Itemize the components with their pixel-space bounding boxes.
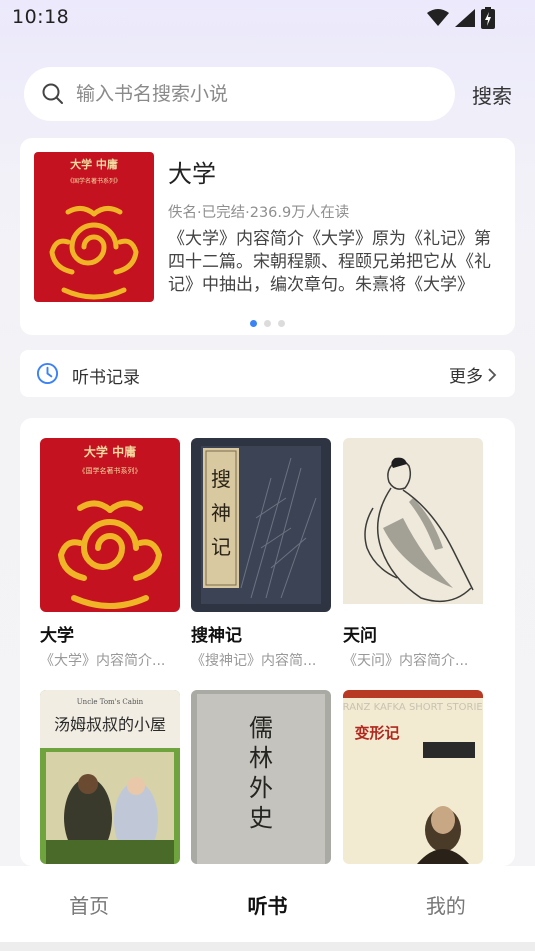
status-bar: 10:18	[0, 0, 535, 36]
featured-book-card[interactable]: 大学 中庸 《国学名著书系列》 大学 佚名·已完结·236.9万人在读 《大学》…	[20, 138, 515, 335]
clock-icon	[36, 362, 59, 385]
battery-icon	[481, 7, 495, 29]
carousel-dot[interactable]	[264, 320, 271, 327]
nav-mine[interactable]: 我的	[357, 890, 535, 919]
cover-sub-text: 《国学名著书系列》	[67, 177, 121, 185]
cover-title-text: 搜	[211, 467, 231, 491]
search-button[interactable]: 搜索	[472, 80, 512, 109]
system-nav-bar	[0, 942, 535, 951]
featured-book-meta: 佚名·已完结·236.9万人在读	[168, 205, 350, 221]
cover-top-text: 大学 中庸	[84, 444, 136, 459]
signal-icon	[455, 9, 475, 27]
book-title: 大学	[40, 626, 74, 646]
ink-painting-cover-art	[343, 438, 483, 612]
bottom-navigation: 首页 听书 我的	[0, 866, 535, 942]
book-title: 天问	[343, 626, 377, 646]
status-icons	[427, 7, 495, 29]
listening-history-row[interactable]: 听书记录 更多	[20, 350, 515, 397]
book-title: 搜神记	[191, 626, 242, 646]
svg-text:林: 林	[249, 744, 273, 772]
carousel-dot[interactable]	[250, 320, 257, 327]
calligraphy-cover-art: 儒 林 外 史	[191, 690, 331, 864]
book-item[interactable]: 搜 神 记 搜神记 《搜神记》内容简...	[191, 438, 331, 670]
book-grid: 大学 中庸 《国学名著书系列》 大学 《大学》内容简介... 搜 神 记 搜神记…	[20, 418, 515, 866]
more-link[interactable]: 更多	[449, 362, 497, 387]
carousel-indicator	[250, 320, 285, 327]
cover-english-text: FRANZ KAFKA SHORT STORIES	[343, 702, 483, 713]
cover-title-char: 儒	[249, 714, 273, 742]
search-box[interactable]	[24, 67, 455, 121]
cover-title-text: 变形记	[354, 724, 399, 742]
wifi-icon	[427, 9, 449, 26]
book-item[interactable]: Uncle Tom's Cabin 汤姆叔叔的小屋	[40, 690, 180, 864]
book-cover[interactable]: 儒 林 外 史	[191, 690, 331, 864]
search-icon	[42, 83, 63, 104]
book-cover[interactable]: 大学 中庸 《国学名著书系列》	[40, 438, 180, 612]
cloud-pattern-cover-art: 大学 中庸 《国学名著书系列》	[40, 438, 180, 612]
book-description: 《天问》内容简介...	[343, 653, 469, 669]
more-label: 更多	[449, 367, 483, 387]
book-description: 《搜神记》内容简...	[191, 653, 317, 669]
book-cover[interactable]: FRANZ KAFKA SHORT STORIES 变形记	[343, 690, 483, 864]
nav-listen[interactable]: 听书	[178, 890, 356, 919]
carousel-dot[interactable]	[278, 320, 285, 327]
book-cover[interactable]: Uncle Tom's Cabin 汤姆叔叔的小屋	[40, 690, 180, 864]
svg-text:史: 史	[249, 804, 273, 832]
cover-top-text: 大学 中庸	[70, 157, 118, 171]
book-cover[interactable]: 搜 神 记	[191, 438, 331, 612]
status-time: 10:18	[12, 6, 70, 28]
featured-book-description: 《大学》内容简介《大学》原为《礼记》第四十二篇。宋朝程颢、程颐兄弟把它从《礼记》…	[168, 229, 491, 295]
cover-sub-text: 《国学名著书系列》	[79, 466, 142, 475]
nav-home[interactable]: 首页	[0, 890, 178, 919]
cloud-pattern-cover-art: 大学 中庸 《国学名著书系列》	[34, 152, 154, 302]
book-item[interactable]: FRANZ KAFKA SHORT STORIES 变形记	[343, 690, 483, 864]
kafka-cover-art: FRANZ KAFKA SHORT STORIES 变形记	[343, 690, 483, 864]
cover-english-text: Uncle Tom's Cabin	[77, 698, 144, 706]
chevron-right-icon	[488, 367, 497, 382]
book-item[interactable]: 儒 林 外 史	[191, 690, 331, 864]
book-item[interactable]: 天问 《天问》内容简介...	[343, 438, 483, 670]
svg-text:神: 神	[211, 501, 231, 525]
svg-text:外: 外	[249, 774, 273, 802]
listening-history-label: 听书记录	[72, 368, 140, 388]
featured-book-title: 大学	[168, 160, 216, 188]
svg-text:记: 记	[211, 535, 231, 559]
antique-book-cover-art: 搜 神 记	[191, 438, 331, 612]
book-item[interactable]: 大学 中庸 《国学名著书系列》 大学 《大学》内容简介...	[40, 438, 180, 670]
book-cover[interactable]	[343, 438, 483, 612]
illustrated-novel-cover-art: Uncle Tom's Cabin 汤姆叔叔的小屋	[40, 690, 180, 864]
featured-book-cover[interactable]: 大学 中庸 《国学名著书系列》	[34, 152, 154, 302]
cover-title-text: 汤姆叔叔的小屋	[54, 715, 166, 734]
book-description: 《大学》内容简介...	[40, 653, 166, 669]
search-input[interactable]	[76, 67, 436, 121]
